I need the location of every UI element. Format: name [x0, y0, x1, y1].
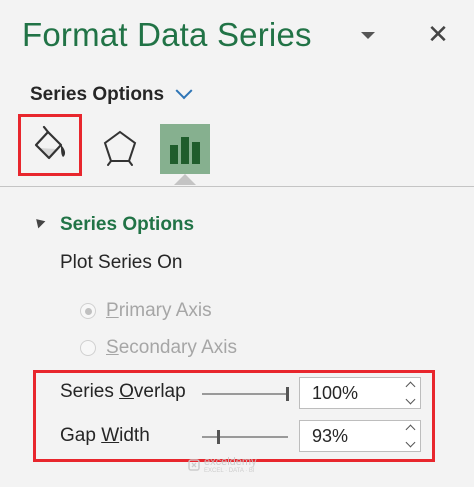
- radio-button-icon[interactable]: [80, 340, 96, 356]
- series-options-dropdown-label: Series Options: [30, 84, 165, 105]
- gap-width-slider[interactable]: [202, 436, 288, 438]
- plot-series-on-label: Plot Series On: [60, 252, 183, 273]
- watermark-tagline: EXCEL · DATA · BI: [204, 468, 255, 474]
- primary-axis-radio[interactable]: Primary Axis: [80, 300, 212, 322]
- bar-chart-icon: [170, 137, 200, 164]
- secondary-axis-radio[interactable]: Secondary Axis: [80, 337, 237, 359]
- secondary-axis-label: Secondary Axis: [106, 337, 237, 358]
- exceldemy-logo-icon: [188, 459, 200, 471]
- chevron-down-icon: [175, 82, 193, 100]
- close-icon[interactable]: ✕: [424, 20, 452, 48]
- series-overlap-spinner[interactable]: 100%: [299, 377, 421, 409]
- spin-down-icon[interactable]: [405, 437, 415, 448]
- divider: [0, 186, 474, 187]
- spin-up-icon[interactable]: [405, 424, 415, 435]
- series-overlap-value[interactable]: 100%: [300, 383, 400, 404]
- paint-bucket-icon: [34, 125, 66, 160]
- series-overlap-slider[interactable]: [202, 393, 288, 395]
- series-overlap-label: Series Overlap: [60, 381, 186, 402]
- pentagon-icon: [103, 130, 137, 166]
- spin-down-icon[interactable]: [405, 394, 415, 405]
- primary-axis-label: Primary Axis: [106, 300, 212, 321]
- gap-width-value[interactable]: 93%: [300, 426, 400, 447]
- series-options-dropdown[interactable]: Series Options: [30, 82, 193, 106]
- gap-width-spinner[interactable]: 93%: [299, 420, 421, 452]
- spin-up-icon[interactable]: [405, 381, 415, 392]
- gap-width-slider-thumb[interactable]: [217, 430, 220, 444]
- pane-options-dropdown-icon[interactable]: [358, 28, 378, 42]
- pane-title: Format Data Series: [22, 16, 312, 53]
- gap-width-label: Gap Width: [60, 425, 150, 446]
- tab-series-options[interactable]: [160, 124, 210, 174]
- collapse-triangle-icon[interactable]: [32, 215, 46, 229]
- radio-button-icon[interactable]: [80, 303, 96, 319]
- tab-fill-line[interactable]: [18, 114, 82, 176]
- selected-tab-pointer: [174, 174, 196, 185]
- tab-effects[interactable]: [92, 118, 148, 176]
- series-overlap-slider-thumb[interactable]: [286, 387, 289, 401]
- watermark-logo: exceldemy EXCEL · DATA · BI: [188, 456, 257, 474]
- watermark-name: exceldemy: [204, 456, 257, 468]
- section-heading[interactable]: Series Options: [60, 214, 194, 236]
